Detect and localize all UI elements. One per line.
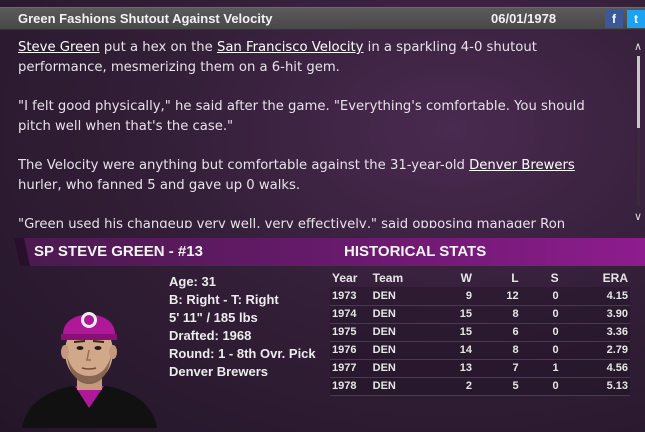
headline-bar: Green Fashions Shutout Against Velocity … <box>0 7 645 30</box>
twitter-icon[interactable]: t <box>627 10 645 28</box>
article-paragraph: The Velocity were anything but comfortab… <box>18 158 575 193</box>
table-row: 1978 DEN 2 5 0 5.13 <box>330 377 630 396</box>
player-avatar <box>17 290 162 428</box>
article-paragraph: "Green used his changeup very well, very… <box>18 217 566 228</box>
player-name: SP STEVE GREEN - #13 <box>34 243 203 260</box>
historical-stats-table: Year Team W L S ERA 1973 DEN 9 12 0 4.15… <box>330 268 630 396</box>
article-paragraph: Steve Green put a hex on the San Francis… <box>18 40 537 75</box>
table-row: 1975 DEN 15 6 0 3.36 <box>330 323 630 342</box>
player-age: Age: 31 <box>169 274 216 289</box>
col-header-year: Year <box>332 270 358 285</box>
team-link[interactable]: San Francisco Velocity <box>217 40 364 55</box>
scrollbar-thumb[interactable] <box>637 56 640 128</box>
player-drafted: Drafted: 1968 <box>169 328 252 343</box>
player-height-weight: 5' 11" / 185 lbs <box>169 310 258 325</box>
col-header-era: ERA <box>602 270 628 285</box>
scroll-down-arrow-icon[interactable]: ∨ <box>632 210 644 224</box>
col-header-saves: S <box>550 270 559 285</box>
table-row: 1976 DEN 14 8 0 2.79 <box>330 341 630 360</box>
article-body: Steve Green put a hex on the San Francis… <box>18 38 618 228</box>
col-header-team: Team <box>372 270 404 285</box>
facebook-icon[interactable]: f <box>605 10 623 28</box>
team-link[interactable]: Denver Brewers <box>469 158 575 173</box>
scroll-up-arrow-icon[interactable]: ∧ <box>632 40 644 54</box>
player-bats-throws: B: Right - T: Right <box>169 292 279 307</box>
table-row: 1973 DEN 9 12 0 4.15 <box>330 287 630 306</box>
player-bio: Age: 31 B: Right - T: Right 5' 11" / 185… <box>169 273 329 381</box>
player-team: Denver Brewers <box>169 364 268 379</box>
historical-stats-title: HISTORICAL STATS <box>344 243 487 260</box>
table-header-row: Year Team W L S ERA <box>330 268 630 287</box>
table-row: 1974 DEN 15 8 0 3.90 <box>330 305 630 324</box>
player-header-banner: SP STEVE GREEN - #13 HISTORICAL STATS <box>14 238 645 266</box>
col-header-losses: L <box>511 270 519 285</box>
table-row: 1977 DEN 13 7 1 4.56 <box>330 359 630 378</box>
headline-date: 06/01/1978 <box>491 11 557 26</box>
player-draft-round: Round: 1 - 8th Ovr. Pick <box>169 346 316 361</box>
player-link[interactable]: Steve Green <box>18 40 100 55</box>
article-paragraph: "I felt good physically," he said after … <box>18 99 585 134</box>
col-header-wins: W <box>460 270 472 285</box>
headline-title: Green Fashions Shutout Against Velocity <box>18 11 273 26</box>
